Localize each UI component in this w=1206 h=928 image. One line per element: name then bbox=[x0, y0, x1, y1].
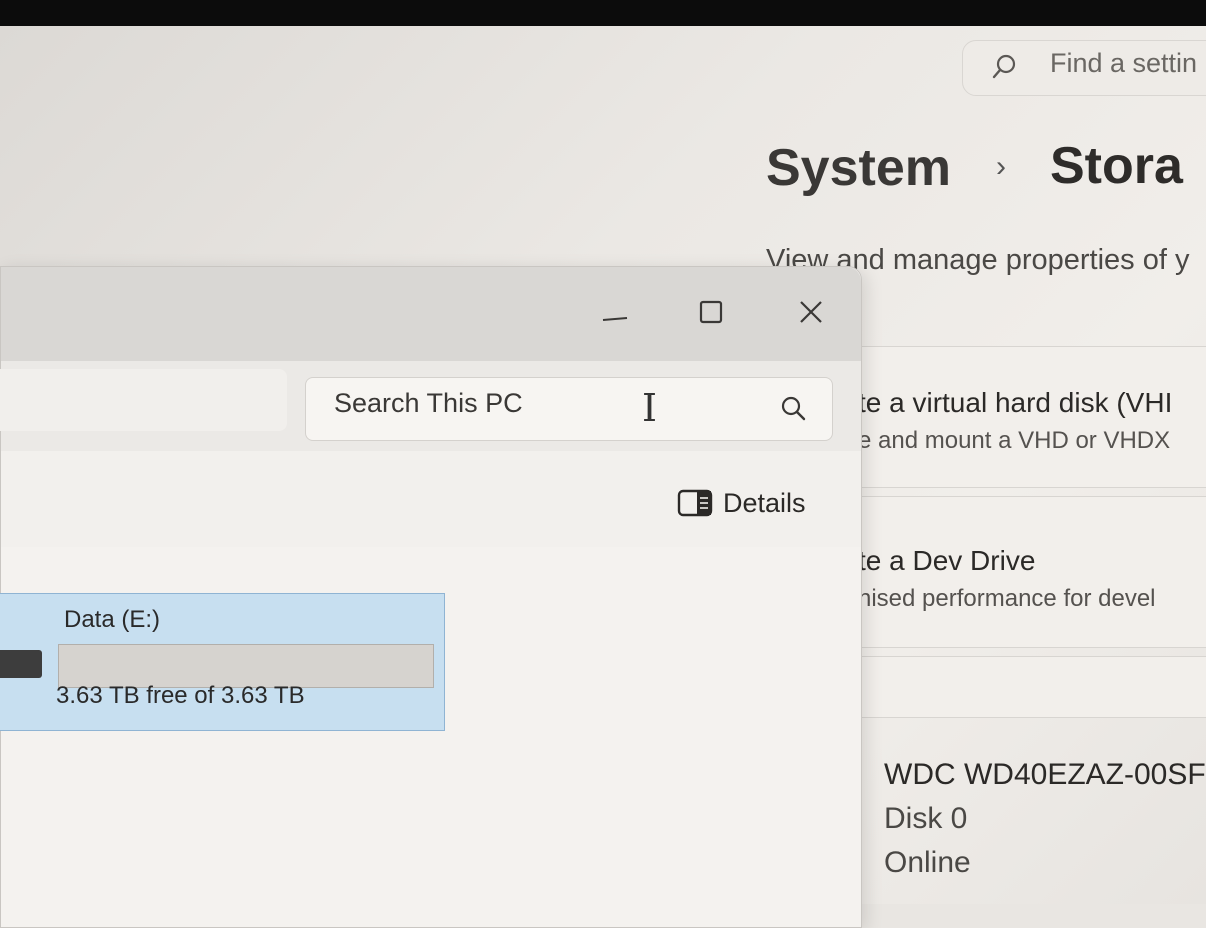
command-bar: Details bbox=[1, 451, 861, 548]
search-placeholder: Search This PC bbox=[334, 388, 523, 418]
card-subtitle: e and mount a VHD or VHDX bbox=[858, 427, 1171, 454]
hard-drive-icon bbox=[0, 650, 42, 678]
search-icon bbox=[992, 54, 1016, 79]
create-dev-drive-card[interactable]: te a Dev Drive nised performance for dev… bbox=[852, 496, 1206, 648]
disk-status: Online bbox=[884, 846, 971, 879]
content-pane: Data (E:) 3.63 TB free of 3.63 TB bbox=[0, 547, 861, 927]
close-icon bbox=[800, 301, 822, 323]
maximize-icon bbox=[699, 300, 723, 324]
details-label: Details bbox=[723, 487, 806, 518]
address-toolbar: Search This PC I bbox=[0, 361, 861, 452]
breadcrumb-chevron-icon: › bbox=[996, 150, 1006, 183]
card-title: te a virtual hard disk (VHI bbox=[858, 387, 1173, 418]
card-subtitle: nised performance for devel bbox=[858, 585, 1156, 612]
text-cursor-icon: I bbox=[642, 386, 658, 430]
minimize-icon bbox=[602, 317, 628, 321]
settings-search-placeholder: Find a settin bbox=[1050, 48, 1198, 78]
drive-item-data-e[interactable]: Data (E:) 3.63 TB free of 3.63 TB bbox=[0, 593, 445, 731]
drive-free-space: 3.63 TB free of 3.63 TB bbox=[56, 682, 305, 709]
monitor-bezel bbox=[0, 0, 1206, 26]
file-explorer-window: Search This PC I Details Data (E:) 3.63 … bbox=[0, 266, 862, 928]
details-pane-icon bbox=[677, 489, 713, 517]
close-button[interactable] bbox=[781, 289, 841, 335]
disk-model[interactable]: WDC WD40EZAZ-00SF bbox=[884, 758, 1206, 792]
disk-number: Disk 0 bbox=[884, 802, 968, 835]
address-bar[interactable] bbox=[0, 369, 287, 431]
maximize-button[interactable] bbox=[681, 289, 741, 335]
card-title: te a Dev Drive bbox=[858, 545, 1036, 576]
details-button[interactable]: Details bbox=[677, 485, 806, 521]
page-title: Stora bbox=[1050, 137, 1183, 195]
title-bar[interactable] bbox=[1, 267, 861, 361]
drive-name: Data (E:) bbox=[64, 606, 161, 633]
search-input[interactable]: Search This PC I bbox=[305, 377, 833, 441]
create-vhd-card[interactable]: te a virtual hard disk (VHI e and mount … bbox=[852, 346, 1206, 488]
minimize-button[interactable] bbox=[585, 289, 645, 335]
breadcrumb-system[interactable]: System bbox=[766, 138, 951, 198]
settings-card-divider bbox=[852, 656, 1206, 718]
search-icon[interactable] bbox=[778, 394, 808, 424]
